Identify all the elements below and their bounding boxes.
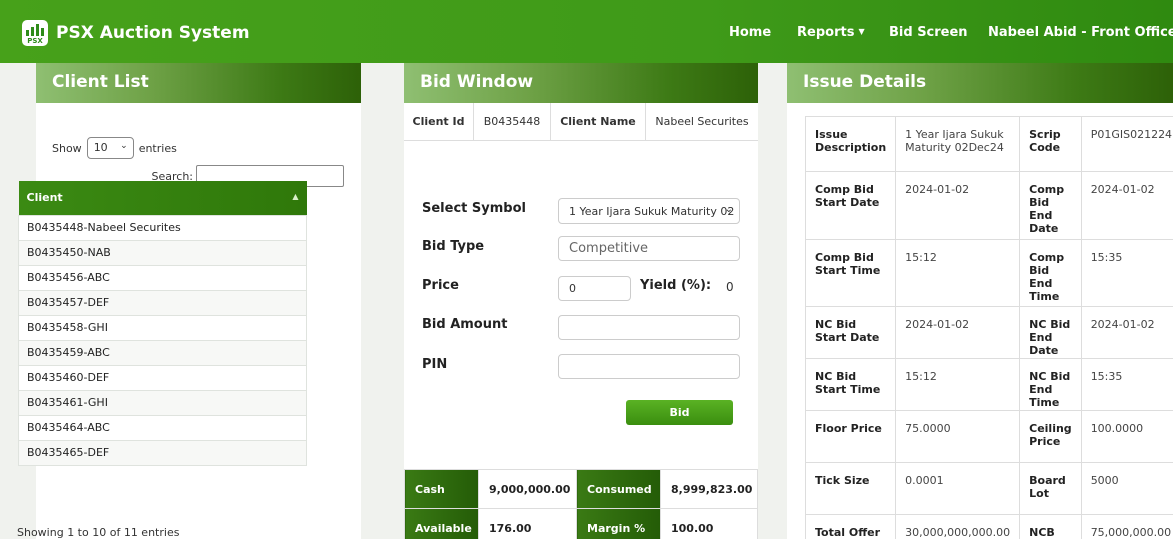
client-row[interactable]: B0435458-GHI (18, 314, 307, 341)
client-name-value: Nabeel Securites (655, 115, 749, 128)
issue-label: Tick Size (804, 462, 897, 515)
client-id-value: B0435448 (474, 103, 551, 140)
issue-label: Comp Bid End Time (1019, 239, 1082, 307)
issue-details-table: Issue Description 1 Year Ijara Sukuk Mat… (804, 116, 1173, 539)
issue-value: 15:12 (895, 358, 1021, 411)
issue-value: 0.0001 (895, 462, 1021, 515)
issue-label: Floor Price (804, 410, 897, 463)
table-info: Showing 1 to 10 of 11 entries (17, 526, 180, 539)
issue-value: 2024-01-02 (895, 306, 1021, 359)
client-list-title: Client List (36, 63, 361, 103)
nav-reports-label: Reports (797, 25, 855, 40)
cash-value: 9,000,000.00 (478, 469, 577, 509)
issue-label: Comp Bid End Date (1019, 171, 1082, 240)
bid-window-title: Bid Window (404, 63, 758, 103)
symbol-value: 1 Year Ijara Sukuk Maturity 02 (569, 204, 735, 218)
available-value: 176.00 (478, 508, 577, 539)
bid-amount-label: Bid Amount (422, 317, 508, 332)
client-row[interactable]: B0435460-DEF (18, 364, 307, 391)
client-row[interactable]: B0435461-GHI (18, 389, 307, 416)
client-row[interactable]: B0435448-Nabeel Securites (18, 214, 307, 241)
client-row[interactable]: B0435459-ABC (18, 339, 307, 366)
issue-label: NC Bid Start Date (804, 306, 897, 359)
margin-value: 100.00 (660, 508, 758, 539)
bid-type-field[interactable]: Competitive (558, 236, 740, 261)
margin-label: Margin % (576, 508, 661, 539)
brand-title: PSX Auction System (56, 23, 250, 43)
client-row[interactable]: B0435457-DEF (18, 289, 307, 316)
psx-logo-icon: PSX (22, 20, 48, 46)
entries-label: entries (138, 141, 177, 155)
client-column-header[interactable]: Client ▲ (18, 181, 307, 215)
issue-label: Scrip Code (1019, 116, 1082, 172)
consumed-label: Consumed (576, 469, 661, 509)
issue-label: Issue Description (804, 116, 897, 172)
client-row[interactable]: B0435465-DEF (18, 439, 307, 466)
issue-label: Total Offer (804, 514, 897, 539)
client-row[interactable]: B0435464-ABC (18, 414, 307, 441)
client-table: Client ▲ B0435448-Nabeel Securites B04354… (18, 181, 307, 466)
bid-amount-input[interactable] (558, 315, 740, 340)
issue-value: 15:12 (895, 239, 1021, 307)
issue-value: 1 Year Ijara Sukuk Maturity 02Dec24 (895, 116, 1021, 172)
nav-user-menu[interactable]: Nabeel Abid - Front Office▼ (988, 25, 1173, 40)
issue-value: 2024-01-02 (895, 171, 1021, 240)
top-navbar: PSX PSX Auction System Home Reports ▼ Bid… (0, 0, 1173, 63)
yield-value: 0 (726, 280, 734, 294)
issue-label: Comp Bid Start Time (804, 239, 897, 307)
symbol-label: Select Symbol (422, 201, 526, 216)
issue-label: Ceiling Price (1019, 410, 1082, 463)
show-label: Show (52, 141, 82, 155)
client-name-label: Client Name (551, 103, 646, 140)
issue-value: 100.0000 (1080, 410, 1173, 463)
bid-button[interactable]: Bid (626, 400, 733, 425)
balance-summary: Cash 9,000,000.00 Consumed 8,999,823.00 … (404, 469, 758, 539)
show-entries: Show 10 ⌄ entries (52, 137, 177, 159)
nav-bid-screen[interactable]: Bid Screen (889, 25, 968, 40)
consumed-value: 8,999,823.00 (660, 469, 758, 509)
nav-reports[interactable]: Reports ▼ (797, 25, 865, 40)
entries-value: 10 (93, 141, 108, 154)
issue-value: 15:35 (1080, 239, 1173, 307)
issue-value: 2024-01-02 (1080, 306, 1173, 359)
issue-label: Board Lot (1019, 462, 1082, 515)
nav-home[interactable]: Home (729, 25, 771, 40)
sort-asc-icon: ▲ (292, 192, 299, 201)
chevron-down-icon: ⌄ (120, 141, 128, 151)
issue-value: 2024-01-02 (1080, 171, 1173, 240)
bid-client-info: Client Id B0435448 Client Name Nabeel Se… (404, 103, 758, 141)
client-row[interactable]: B0435450-NAB (18, 239, 307, 266)
issue-value: 15:35 (1080, 358, 1173, 411)
chevron-down-icon: ⌄ (724, 204, 733, 215)
price-input[interactable]: 0 (558, 276, 631, 301)
issue-label: NC Bid Start Time (804, 358, 897, 411)
nav-user-label: Nabeel Abid - Front Office (988, 25, 1173, 40)
bid-type-label: Bid Type (422, 239, 485, 254)
yield-label: Yield (%): (640, 278, 712, 293)
issue-details-panel: Issue Details Issue Description 1 Year I… (787, 63, 1173, 539)
issue-value: P01GIS021224 (1080, 116, 1173, 172)
issue-value: 75.0000 (895, 410, 1021, 463)
brand-link[interactable]: PSX PSX Auction System (22, 20, 250, 46)
client-id-label: Client Id (404, 103, 474, 140)
available-label: Available (404, 508, 479, 539)
issue-value: 5000 (1080, 462, 1173, 515)
issue-label: NC Bid End Time (1019, 358, 1082, 411)
issue-value: 75,000,000.00 (1080, 514, 1173, 539)
pin-input[interactable] (558, 354, 740, 379)
symbol-select[interactable]: 1 Year Ijara Sukuk Maturity 02 ⌄ (558, 198, 740, 224)
bid-window-panel: Bid Window Client Id B0435448 Client Nam… (404, 63, 758, 539)
pin-label: PIN (422, 357, 448, 372)
issue-label: NC Bid End Date (1019, 306, 1082, 359)
cash-label: Cash (404, 469, 479, 509)
price-label: Price (422, 278, 459, 293)
entries-select[interactable]: 10 ⌄ (86, 137, 134, 159)
issue-label: NCB Max (1019, 514, 1082, 539)
issue-details-title: Issue Details (787, 63, 1173, 103)
issue-value: 30,000,000,000.00 (895, 514, 1021, 539)
caret-down-icon: ▼ (858, 27, 865, 36)
client-row[interactable]: B0435456-ABC (18, 264, 307, 291)
issue-label: Comp Bid Start Date (804, 171, 897, 240)
